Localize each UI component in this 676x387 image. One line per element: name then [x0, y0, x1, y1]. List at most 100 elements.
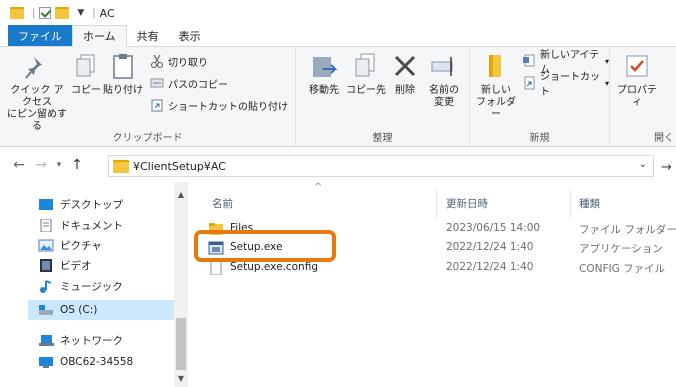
column-header-date[interactable]: 更新日時 — [446, 196, 488, 211]
ribbon-tabs: ファイル ホーム 共有 表示 — [0, 25, 676, 47]
pin-quick-access-button[interactable]: クイック アクセス にピン留めする — [6, 51, 68, 133]
nav-item-label: ピクチャ — [60, 239, 102, 252]
copy-label: コピー — [71, 85, 101, 96]
move-to-label: 移動先 — [309, 85, 339, 96]
copy-path-icon — [150, 76, 164, 90]
title-separator: | — [32, 7, 36, 19]
organize-group: 移動先 コピー先 削除 名前の 変更 整理 — [296, 47, 470, 147]
quick-access-dropdown-icon[interactable]: ▼ — [77, 8, 84, 18]
nav-item-pictures[interactable]: ピクチャ — [38, 235, 102, 255]
paste-label: 貼り付け — [103, 85, 143, 96]
pin-icon — [22, 51, 52, 81]
delete-label: 削除 — [395, 85, 415, 96]
document-icon — [38, 218, 54, 232]
nav-item-label: ドキュメント — [60, 219, 123, 232]
chevron-down-icon: ▾ — [604, 78, 609, 88]
copy-path-button[interactable]: パスのコピー — [150, 75, 228, 91]
title-bar: | ▼ | AC — [0, 0, 676, 26]
nav-item-desktop[interactable]: デスクトップ — [38, 194, 123, 214]
properties-button[interactable]: プロパティ — [614, 51, 660, 109]
copy-path-label: パスのコピー — [168, 79, 228, 91]
pin-label: クイック アクセス にピン留めする — [7, 85, 67, 132]
open-group: プロパティ 開く — [610, 47, 676, 147]
nav-item-os-drive[interactable]: OS (C:) — [28, 300, 174, 320]
forward-arrow-icon[interactable]: → — [30, 157, 52, 173]
new-folder-label: 新しい フォルダー — [476, 85, 516, 120]
new-folder-icon — [481, 51, 511, 81]
tab-share[interactable]: 共有 — [127, 25, 169, 46]
address-path: ¥ClientSetup¥AC — [133, 159, 226, 173]
column-header-type[interactable]: 種類 — [579, 196, 600, 211]
column-divider[interactable] — [570, 190, 571, 218]
nav-item-network[interactable]: ネットワーク — [38, 330, 123, 350]
paste-shortcut-icon — [150, 98, 164, 112]
nav-item-label: ネットワーク — [60, 334, 123, 347]
new-folder-icon[interactable] — [55, 7, 70, 19]
organize-group-label: 整理 — [372, 133, 393, 144]
new-folder-button[interactable]: 新しい フォルダー — [474, 51, 518, 121]
computer-icon — [38, 356, 54, 369]
file-type: ファイル フォルダー — [579, 224, 676, 236]
folder-icon — [113, 159, 129, 173]
column-header-name[interactable]: 名前 — [212, 196, 233, 211]
network-icon — [38, 334, 54, 347]
nav-item-videos[interactable]: ビデオ — [38, 255, 92, 275]
file-type: アプリケーション — [579, 243, 663, 255]
tab-view[interactable]: 表示 — [169, 25, 211, 46]
tab-file[interactable]: ファイル — [8, 25, 72, 46]
back-arrow-icon[interactable]: ← — [8, 157, 30, 173]
scroll-down-icon[interactable]: ▼ — [174, 374, 188, 383]
rename-label: 名前の 変更 — [429, 85, 459, 108]
file-type: CONFIG ファイル — [579, 263, 666, 275]
scissors-icon — [150, 54, 164, 68]
desktop-icon — [38, 198, 54, 211]
copy-icon — [71, 51, 101, 81]
move-to-icon — [309, 51, 339, 81]
nav-item-label: OS (C:) — [60, 304, 98, 316]
shortcut-button[interactable]: ショートカット ▾ — [522, 72, 609, 98]
cut-button[interactable]: 切り取り — [150, 53, 208, 69]
address-dropdown-icon[interactable]: ⌄ — [639, 159, 647, 170]
video-icon — [38, 258, 54, 272]
setup-exe-highlight — [194, 230, 336, 262]
rename-button[interactable]: 名前の 変更 — [426, 51, 462, 109]
music-icon — [38, 279, 54, 293]
clipboard-group-label: クリップボード — [112, 133, 183, 144]
properties-checkmark-icon[interactable] — [39, 7, 52, 19]
delete-button[interactable]: 削除 — [390, 51, 420, 97]
clipboard-group: クイック アクセス にピン留めする コピー 貼り付け 切り取り パスのコピー シ… — [0, 47, 296, 147]
new-group-label: 新規 — [529, 133, 550, 144]
title-separator: | — [92, 7, 96, 19]
copy-to-icon — [351, 51, 381, 81]
properties-check-icon — [622, 51, 652, 81]
recent-dropdown-icon[interactable]: ▾ — [52, 160, 66, 170]
file-name: Setup.exe.config — [230, 261, 318, 273]
nav-item-documents[interactable]: ドキュメント — [38, 215, 123, 235]
folder-icon — [10, 7, 24, 19]
address-bar[interactable]: ¥ClientSetup¥AC ⌄ — [108, 155, 654, 177]
drive-icon — [38, 304, 54, 317]
new-group: 新しい フォルダー 新しいアイテム ▾ ショートカット ▾ 新規 — [470, 47, 610, 147]
address-row: ← → ▾ ↑ ¥ClientSetup¥AC ⌄ → — [0, 148, 676, 182]
file-date: 2023/06/15 14:00 — [446, 222, 541, 234]
tab-home[interactable]: ホーム — [72, 25, 127, 47]
nav-scrollbar[interactable]: ▲ ▼ — [174, 182, 188, 387]
move-to-button[interactable]: 移動先 — [304, 51, 344, 97]
new-item-button[interactable]: 新しいアイテム ▾ — [522, 50, 609, 76]
open-group-label: 開く — [654, 133, 674, 144]
new-item-icon — [522, 54, 536, 68]
nav-item-computer[interactable]: OBC62-34558 — [38, 352, 133, 372]
shortcut-icon — [522, 76, 536, 90]
copy-to-button[interactable]: コピー先 — [346, 51, 386, 97]
scroll-thumb[interactable] — [176, 318, 186, 370]
nav-item-music[interactable]: ミュージック — [38, 276, 123, 296]
scroll-up-icon[interactable]: ▲ — [174, 190, 188, 199]
paste-button[interactable]: 貼り付け — [100, 51, 146, 97]
cut-label: 切り取り — [168, 57, 208, 69]
up-arrow-icon[interactable]: ↑ — [66, 157, 88, 173]
chevron-down-icon: ▾ — [604, 56, 609, 66]
paste-icon — [108, 51, 138, 81]
column-divider[interactable] — [436, 190, 437, 218]
go-arrow-icon[interactable]: → — [661, 160, 672, 175]
paste-shortcut-button[interactable]: ショートカットの貼り付け — [150, 97, 288, 113]
